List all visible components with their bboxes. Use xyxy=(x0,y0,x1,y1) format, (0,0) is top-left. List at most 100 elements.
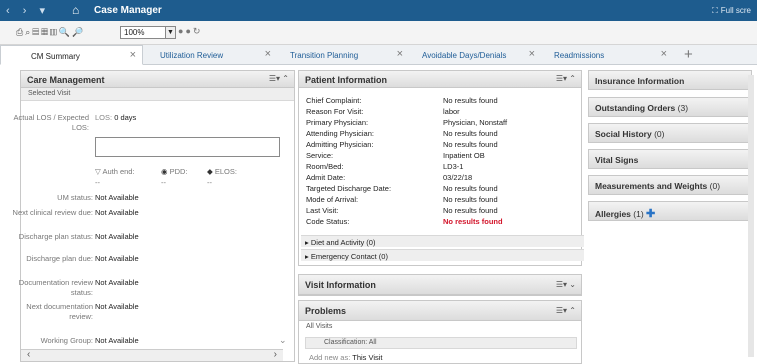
tab-utilization-review[interactable]: Utilization Review × xyxy=(143,45,277,65)
tab-readmissions[interactable]: Readmissions × xyxy=(541,45,673,65)
back-icon[interactable]: ‹ xyxy=(6,5,10,17)
page-icon[interactable]: ▤ xyxy=(32,27,41,37)
fullscreen-label: Full scre xyxy=(720,6,751,15)
tab-label: CM Summary xyxy=(31,52,80,61)
title-bar: ‹ › ▾ ⌂ Case Manager ⛶ Full scre xyxy=(0,0,757,21)
social-history-panel[interactable]: Social History (0) xyxy=(588,123,752,143)
zoom-out-icon[interactable]: 🔎 xyxy=(72,27,85,37)
copy-icon[interactable]: ▦ xyxy=(41,27,50,37)
toolbar: ⎙⌕▤▦▥🔍🔎 100% ▼ ●●↻ xyxy=(0,21,757,45)
close-icon[interactable]: × xyxy=(661,48,667,60)
scroll-down-icon[interactable]: ⌄ xyxy=(279,335,287,346)
add-allergy-icon[interactable]: ✚ xyxy=(646,208,655,220)
field-value: Not Available xyxy=(95,302,139,311)
field-label: Next clinical review due: xyxy=(12,208,93,217)
print-icon[interactable]: ⎙ xyxy=(16,27,25,37)
info-label: Attending Physician: xyxy=(306,129,374,138)
outstanding-orders-panel[interactable]: Outstanding Orders (3) xyxy=(588,97,752,117)
pdd-value: -- xyxy=(161,178,166,187)
panel-title: Social History xyxy=(595,129,652,139)
zoom-in-icon[interactable]: 🔍 xyxy=(59,27,72,37)
info-value: Inpatient OB xyxy=(443,151,485,160)
panel-menu-icon[interactable]: ☰▾ ⌃ xyxy=(556,74,576,83)
code-status-value: No results found xyxy=(443,217,503,226)
forward-icon[interactable]: › xyxy=(23,5,27,17)
field-label: Discharge plan status: xyxy=(18,232,93,241)
field-value: Not Available xyxy=(95,232,139,241)
all-visits-label[interactable]: All Visits xyxy=(299,321,581,334)
panel-title: Measurements and Weights xyxy=(595,181,708,191)
info-value: 03/22/18 xyxy=(443,173,473,182)
menu-dropdown-icon[interactable]: ▾ xyxy=(39,5,45,17)
info-label: Admitting Physician: xyxy=(306,140,374,149)
panel-title: Problems xyxy=(305,306,347,316)
tab-cm-summary[interactable]: CM Summary × xyxy=(0,45,143,65)
panel-menu-icon[interactable]: ☰▾ ⌃ xyxy=(556,306,576,315)
document-icon[interactable]: ▥ xyxy=(50,27,59,37)
fullscreen-button[interactable]: ⛶ Full scre xyxy=(712,6,751,16)
care-management-panel: Care Management ☰▾ ⌃ Selected Visit Actu… xyxy=(13,70,295,362)
field-label: Documentation review status: xyxy=(18,278,93,297)
close-icon[interactable]: × xyxy=(397,48,403,60)
zoom-dropdown-icon[interactable]: ▼ xyxy=(166,26,176,39)
field-value: Not Available xyxy=(95,336,139,345)
field-row: Discharge plan due: Not Available xyxy=(21,254,291,276)
patient-information-panel: Patient Information ☰▾ ⌃ Chief Complaint… xyxy=(298,70,584,266)
close-icon[interactable]: × xyxy=(529,48,535,60)
horizontal-scrollbar[interactable]: ‹ › xyxy=(21,349,283,361)
los-value-label: LOS: xyxy=(95,113,113,122)
close-icon[interactable]: × xyxy=(265,48,271,60)
panel-count: (0) xyxy=(709,181,721,191)
panel-header: Patient Information ☰▾ ⌃ xyxy=(299,71,581,88)
toolbar-icons[interactable]: ⎙⌕▤▦▥🔍🔎 xyxy=(16,27,85,38)
info-value: No results found xyxy=(443,140,498,149)
panel-count: (0) xyxy=(654,129,665,139)
close-icon[interactable]: × xyxy=(130,49,136,61)
app-title: Case Manager xyxy=(94,5,162,16)
panel-header: Care Management ☰▾ ⌃ xyxy=(21,71,294,88)
panel-title: Patient Information xyxy=(305,75,388,85)
visit-information-panel: Visit Information ☰▾ ⌄ xyxy=(298,274,582,296)
panel-menu-icon[interactable]: ☰▾ ⌃ xyxy=(269,74,289,83)
panel-menu-icon[interactable]: ☰▾ ⌄ xyxy=(556,280,576,289)
toolbar-icons-2[interactable]: ●●↻ xyxy=(178,26,202,37)
diet-activity-section[interactable]: ▸ Diet and Activity (0) xyxy=(301,235,584,247)
circle-icon-2[interactable]: ● xyxy=(185,26,192,36)
info-label: Primary Physician: xyxy=(306,118,369,127)
field-row: Next clinical review due: Not Available xyxy=(13,208,291,230)
panel-count: (1) xyxy=(633,209,644,219)
scroll-right-icon[interactable]: › xyxy=(274,349,277,360)
info-label: Room/Bed: xyxy=(306,162,344,171)
add-new-value[interactable]: This Visit xyxy=(352,353,382,362)
measurements-weights-panel[interactable]: Measurements and Weights (0) xyxy=(588,175,752,195)
panel-header: Visit Information ☰▾ ⌄ xyxy=(299,275,581,295)
tab-transition-planning[interactable]: Transition Planning × xyxy=(277,45,409,65)
field-label: UM status: xyxy=(57,193,93,202)
info-value: No results found xyxy=(443,206,498,215)
elos-value: -- xyxy=(207,178,212,187)
field-row: Documentation review status: Not Availab… xyxy=(19,278,291,300)
insurance-information-panel[interactable]: Insurance Information xyxy=(588,70,752,90)
classification-filter[interactable]: Classification: All xyxy=(305,337,577,349)
refresh-icon[interactable]: ↻ xyxy=(193,26,203,36)
allergies-panel[interactable]: Allergies (1) ✚ xyxy=(588,201,752,221)
vertical-scrollbar[interactable] xyxy=(748,75,754,357)
tab-label: Readmissions xyxy=(554,51,605,60)
info-value: No results found xyxy=(443,129,498,138)
panel-title: Outstanding Orders xyxy=(595,103,676,113)
info-label: Mode of Arrival: xyxy=(306,195,359,204)
emergency-contact-section[interactable]: ▸ Emergency Contact (0) xyxy=(301,249,584,261)
add-tab-icon[interactable]: + xyxy=(684,46,693,63)
panel-title: Care Management xyxy=(27,75,105,85)
tab-avoidable-days[interactable]: Avoidable Days/Denials × xyxy=(409,45,541,65)
scroll-left-icon[interactable]: ‹ xyxy=(27,349,30,360)
section-label: Emergency Contact (0) xyxy=(310,252,388,261)
info-value: Physician, Nonstaff xyxy=(443,118,508,127)
info-label: Reason For Visit: xyxy=(306,107,364,116)
home-icon[interactable]: ⌂ xyxy=(72,3,79,17)
los-input-box[interactable] xyxy=(95,137,280,157)
auth-end-group: ▽ Auth end: xyxy=(95,167,135,176)
zoom-select[interactable]: 100% xyxy=(120,26,166,39)
vital-signs-panel[interactable]: Vital Signs xyxy=(588,149,752,169)
field-row: Working Group: Not Available xyxy=(21,336,291,348)
